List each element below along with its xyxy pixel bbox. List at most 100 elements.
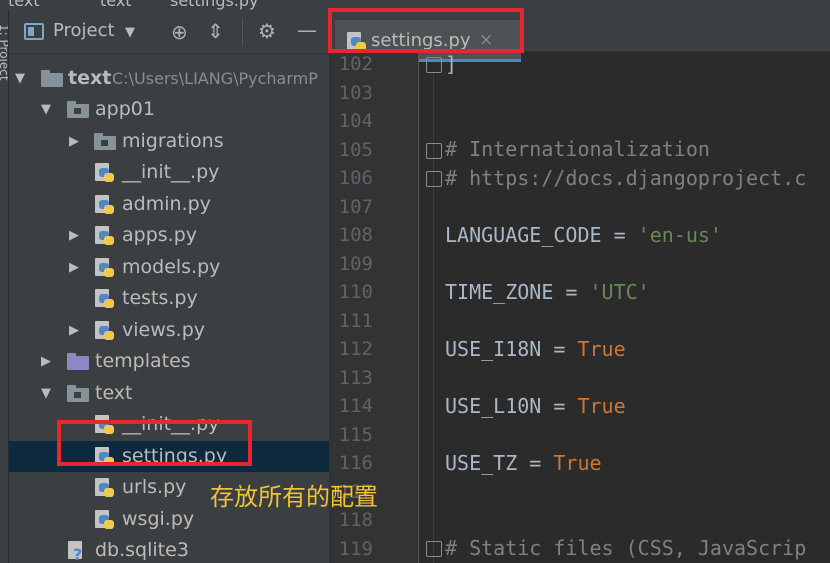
- package-icon: [67, 101, 89, 118]
- tree-item-file[interactable]: tests.py: [9, 283, 329, 314]
- tree-item-file[interactable]: admin.py: [9, 189, 329, 220]
- line-number: 116: [338, 452, 373, 474]
- tree-item-label: tests.py: [122, 287, 198, 309]
- tree-item-label: views.py: [122, 319, 205, 341]
- tree-item-file[interactable]: __init__.py: [9, 157, 329, 188]
- code-line: ]: [445, 52, 458, 76]
- package-icon: [67, 385, 89, 402]
- code-identifier: USE_I18N =: [445, 337, 578, 361]
- tree-item-label: apps.py: [122, 224, 198, 246]
- tree-item-templates[interactable]: ▶ templates: [9, 346, 329, 377]
- code-line: USE_I18N = True: [445, 337, 626, 361]
- project-view-icon: [24, 23, 44, 40]
- chevron-down-icon[interactable]: ▼: [13, 71, 27, 86]
- fold-marker-icon[interactable]: [426, 171, 442, 187]
- python-file-icon: [95, 258, 115, 278]
- tree-item-label: models.py: [122, 256, 221, 278]
- project-tool-button[interactable]: 1: Project: [0, 24, 8, 81]
- tree-item-text[interactable]: ▼ text: [9, 378, 329, 409]
- chevron-down-icon[interactable]: ▼: [125, 25, 135, 40]
- line-number: 108: [338, 224, 373, 246]
- code-identifier: USE_L10N =: [445, 394, 578, 418]
- chevron-right-icon[interactable]: ▶: [67, 134, 81, 149]
- python-file-icon: [95, 195, 115, 215]
- code-identifier: USE_TZ =: [445, 451, 554, 475]
- tree-item-label: app01: [95, 98, 155, 120]
- code-line: # https://docs.djangoproject.c: [445, 166, 807, 190]
- line-number: 114: [338, 395, 373, 417]
- code-identifier: LANGUAGE_CODE =: [445, 223, 638, 247]
- line-number: 115: [338, 424, 373, 446]
- code-keyword: True: [553, 451, 602, 475]
- breadcrumb: text text settings.py: [0, 0, 330, 10]
- tree-item-db[interactable]: ? db.sqlite3: [9, 535, 329, 563]
- fold-marker-icon[interactable]: [426, 541, 442, 557]
- python-file-icon: [95, 510, 115, 530]
- python-file-icon: [95, 478, 115, 498]
- folder-icon: [41, 70, 63, 87]
- package-icon: [94, 133, 116, 150]
- chevron-right-icon[interactable]: ▶: [39, 354, 53, 369]
- tree-item-label: migrations: [122, 130, 224, 152]
- line-number: 112: [338, 338, 373, 360]
- line-number: 105: [338, 139, 373, 161]
- tree-item-label: wsgi.py: [122, 508, 195, 530]
- line-number: 113: [338, 367, 373, 389]
- line-number: 102: [338, 53, 373, 75]
- annotation-note: 存放所有的配置: [210, 483, 378, 511]
- code-string: 'en-us': [637, 223, 722, 247]
- tree-item-file[interactable]: ▶ models.py: [9, 252, 329, 283]
- code-line: # Internationalization: [445, 137, 710, 161]
- breadcrumb-item[interactable]: settings.py: [170, 0, 259, 10]
- tree-item-label: text: [95, 382, 133, 404]
- gear-icon[interactable]: ⚙: [258, 21, 276, 41]
- python-file-icon: [95, 226, 115, 246]
- hide-icon[interactable]: —: [297, 20, 317, 40]
- code-line: USE_TZ = True: [445, 451, 602, 475]
- project-toolbar: Project ▼ ⊕ ⇕ ⚙ —: [9, 10, 329, 54]
- fold-marker-icon[interactable]: [426, 57, 442, 73]
- python-file-icon: [95, 289, 115, 309]
- fold-marker-icon[interactable]: [426, 143, 442, 159]
- tree-item-label: templates: [95, 350, 191, 372]
- line-number: 103: [338, 82, 373, 104]
- chevron-right-icon[interactable]: ▶: [67, 260, 81, 275]
- python-file-icon: [95, 321, 115, 341]
- chevron-down-icon[interactable]: ▼: [39, 102, 53, 117]
- tree-item-label: db.sqlite3: [95, 539, 189, 561]
- breadcrumb-item[interactable]: text: [100, 0, 132, 10]
- tree-item-app01[interactable]: ▼ app01: [9, 94, 329, 125]
- tree-item-path: C:\Users\LIANG\PycharmP: [112, 69, 318, 88]
- breadcrumb-item[interactable]: text: [8, 0, 40, 10]
- tree-item-label: __init__.py: [122, 161, 220, 183]
- tree-item-file[interactable]: ▶ apps.py: [9, 220, 329, 251]
- tree-item-label: admin.py: [122, 193, 211, 215]
- toolbar-divider: [242, 18, 243, 46]
- chevron-down-icon[interactable]: ▼: [39, 386, 53, 401]
- chevron-right-icon[interactable]: ▶: [67, 228, 81, 243]
- tree-item-migrations[interactable]: ▶ migrations: [9, 126, 329, 157]
- line-number: 118: [338, 509, 373, 531]
- tree-item-label: urls.py: [122, 476, 187, 498]
- line-number: 104: [338, 110, 373, 132]
- code-string: 'UTC': [589, 280, 650, 304]
- line-number: 107: [338, 196, 373, 218]
- code-line: LANGUAGE_CODE = 'en-us': [445, 223, 722, 247]
- chevron-right-icon[interactable]: ▶: [67, 323, 81, 338]
- left-tool-strip: 1: Project: [0, 10, 9, 563]
- line-number: 106: [338, 167, 373, 189]
- locate-icon[interactable]: ⊕: [171, 22, 188, 42]
- line-number: 109: [338, 253, 373, 275]
- tree-item-label: text: [68, 67, 112, 89]
- templates-folder-icon: [67, 353, 89, 370]
- code-line: USE_L10N = True: [445, 394, 626, 418]
- tree-item-root[interactable]: ▼ text C:\Users\LIANG\PycharmP: [9, 63, 329, 94]
- code-identifier: TIME_ZONE =: [445, 280, 590, 304]
- code-keyword: True: [577, 394, 626, 418]
- project-view-title[interactable]: Project: [53, 20, 115, 41]
- editor: settings.py × 102 103 104 105 106 107 10…: [329, 0, 830, 563]
- tree-item-file[interactable]: ▶ views.py: [9, 315, 329, 346]
- code-keyword: True: [577, 337, 626, 361]
- collapse-icon[interactable]: ⇕: [207, 21, 224, 41]
- tree-highlight-box: [57, 420, 252, 466]
